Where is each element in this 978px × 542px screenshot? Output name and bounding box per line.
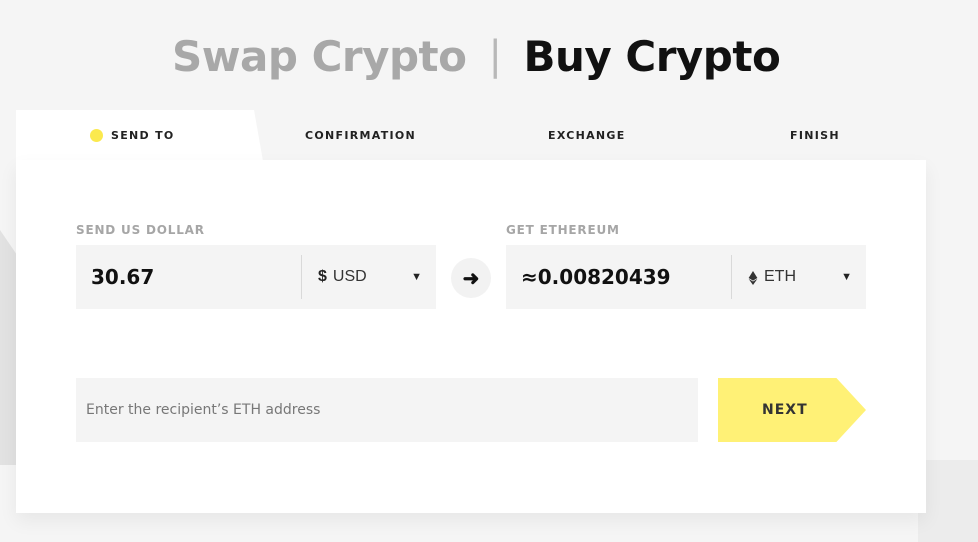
step-send-to: SEND TO <box>90 110 175 160</box>
send-label: SEND US DOLLAR <box>76 223 205 237</box>
get-currency-code: ETH <box>764 268 796 285</box>
exchange-panel <box>16 160 926 513</box>
step-label: SEND TO <box>111 128 175 142</box>
step-label: FINISH <box>790 128 840 142</box>
dollar-icon: $ <box>318 268 327 285</box>
arrow-right-icon: ➜ <box>462 267 480 290</box>
page-title: Swap Crypto | Buy Crypto <box>172 26 781 86</box>
eth-icon <box>748 269 758 285</box>
get-currency-select[interactable]: ETH ▼ <box>732 245 866 309</box>
get-amount-box: ≈0.00820439 ETH ▼ <box>506 245 866 309</box>
buy-crypto-link[interactable]: Buy Crypto <box>523 32 780 81</box>
exchange-card: SEND TO CONFIRMATION EXCHANGE FINISH SEN… <box>16 110 926 513</box>
background-shape-left <box>0 230 16 465</box>
swap-direction-button[interactable]: ➜ <box>451 258 491 298</box>
send-amount-box: 30.67 $ USD ▼ <box>76 245 436 309</box>
step-label: CONFIRMATION <box>305 128 417 142</box>
send-currency-select[interactable]: $ USD ▼ <box>302 245 436 309</box>
recipient-address-input[interactable] <box>76 378 698 442</box>
next-button[interactable]: NEXT <box>718 378 866 442</box>
chevron-down-icon: ▼ <box>841 271 852 283</box>
send-currency-code: USD <box>332 268 367 285</box>
swap-crypto-link[interactable]: Swap Crypto <box>172 32 467 81</box>
background-shape-right <box>918 460 978 542</box>
chevron-down-icon: ▼ <box>411 271 422 283</box>
active-step-dot-icon <box>90 128 103 142</box>
step-confirmation: CONFIRMATION <box>305 110 416 160</box>
get-label: GET ETHEREUM <box>506 223 620 237</box>
title-separator: | <box>488 33 502 79</box>
send-amount-input[interactable]: 30.67 <box>76 265 301 289</box>
get-amount-value: ≈0.00820439 <box>521 265 671 289</box>
step-exchange: EXCHANGE <box>548 110 626 160</box>
step-label: EXCHANGE <box>548 128 626 142</box>
step-finish: FINISH <box>790 110 840 160</box>
